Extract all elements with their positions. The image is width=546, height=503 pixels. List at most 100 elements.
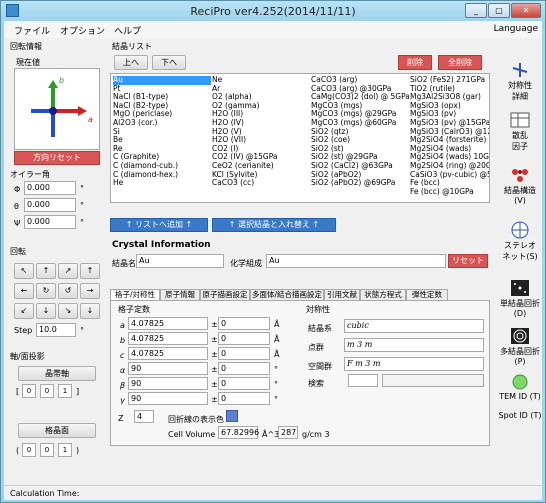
crystal-list-item[interactable]: Mg2SiO4 (ring) @20G (410, 162, 489, 171)
crystal-list-item[interactable]: SiO2 (CaCl2) @63GPa (311, 162, 409, 171)
rotate-up-left-button[interactable]: ↖ (14, 263, 34, 279)
crystal-list-item[interactable]: CO2 (IV) @15GPa (212, 153, 310, 162)
zone-w-input[interactable]: 1 (58, 384, 72, 398)
spot-id-button[interactable]: Spot ID (T) (498, 411, 542, 420)
crystal-list-item[interactable]: NaCl (B2-type) (113, 102, 211, 111)
move-up-button[interactable]: 上へ (114, 55, 148, 70)
crystal-list-item[interactable]: Pt (113, 85, 211, 94)
plane-k-input[interactable]: 0 (40, 443, 54, 457)
crystal-name-input[interactable]: Au (136, 254, 224, 268)
rotate-right-up-button[interactable]: ↑ (80, 263, 100, 279)
crystal-list-item[interactable]: Fe (bcc) (410, 179, 489, 188)
euler-psi-input[interactable]: 0.000 (24, 215, 76, 229)
euler-theta-input[interactable]: 0.000 (24, 198, 76, 212)
lattice-c-error[interactable]: 0 (218, 347, 270, 360)
plane-h-input[interactable]: 0 (22, 443, 36, 457)
rotate-ccw-button[interactable]: ↻ (36, 283, 56, 299)
crystal-list-item[interactable]: Fe (bcc) @10GPa (410, 188, 489, 197)
replace-button[interactable]: ↑ 選択結晶と入れ替え ↑ (212, 218, 336, 232)
zone-axis-button[interactable]: 晶帯軸 (18, 366, 96, 381)
crystal-list-item[interactable]: CO2 (I) (212, 145, 310, 154)
crystal-list-item[interactable]: MgSiO3 (pv) (410, 110, 489, 119)
lattice-a-error[interactable]: 0 (218, 317, 270, 330)
tem-id-button[interactable]: TEM ID (T) (498, 373, 542, 401)
crystal-list-item[interactable]: Mg3Al2Si3O8 (gar) (410, 93, 489, 102)
crystal-list-item[interactable]: Mg2SiO4 (wads) (410, 145, 489, 154)
single-crystal-diffraction-button[interactable]: 単結晶回折 (D) (498, 279, 542, 318)
minimize-button[interactable]: _ (465, 3, 487, 18)
symmetry-detail-button[interactable]: 対称性 詳細 (498, 61, 542, 102)
crystal-list-item[interactable]: SiO2 (coe) (311, 136, 409, 145)
crystal-list-column-3[interactable]: CaCO3 (arg) CaCO3 (arg) @30GPa CaMg(CO3)2 … (311, 76, 409, 188)
crystal-list-column-4[interactable]: SiO2 (FeS2) 271GPa TiO2 (rutile) Mg3Al2Si3… (410, 76, 489, 197)
crystal-list-item[interactable]: SiO2 (FeS2) 271GPa (410, 76, 489, 85)
rotate-up-button[interactable]: ↑ (36, 263, 56, 279)
crystal-list[interactable]: Au Pt NaCl (B1-type) NaCl (B2-type) MgO (per… (110, 73, 490, 203)
crystal-list-item[interactable]: C (diamond-hex.) (113, 171, 211, 180)
search-input[interactable] (348, 374, 378, 387)
crystal-list-item[interactable]: Au (113, 76, 211, 85)
crystal-list-column-1[interactable]: Au Pt NaCl (B1-type) NaCl (B2-type) MgO (per… (113, 76, 211, 188)
lattice-a-input[interactable]: 4.07825 (128, 317, 208, 330)
close-button[interactable]: ✕ (511, 3, 541, 18)
crystal-list-item[interactable]: Mg2SiO4 (wads) 10GP (410, 153, 489, 162)
composition-input[interactable]: Au (266, 254, 446, 268)
scattering-factor-button[interactable]: 散乱 因子 (498, 111, 542, 152)
z-input[interactable]: 4 (134, 410, 154, 423)
rotate-down-button[interactable]: ↓ (36, 303, 56, 319)
crystal-list-item[interactable]: SiO2 (st) (311, 145, 409, 154)
plane-button[interactable]: 格晶面 (18, 423, 96, 438)
crystal-list-item[interactable]: CaCO3 (arg) @30GPa (311, 85, 409, 94)
lattice-alpha-error[interactable]: 0 (218, 362, 270, 375)
crystal-list-item[interactable]: NaCl (B1-type) (113, 93, 211, 102)
crystal-list-item[interactable]: Re (113, 145, 211, 154)
crystal-list-item[interactable]: H2O (VII) (212, 136, 310, 145)
crystal-list-item[interactable]: MgO (periclase) (113, 110, 211, 119)
crystal-list-item[interactable]: H2O (IV) (212, 119, 310, 128)
step-input[interactable]: 10.0 (36, 323, 76, 337)
rotate-right-button[interactable]: → (80, 283, 100, 299)
crystal-list-column-2[interactable]: Ne Ar O2 (alpha) O2 (gamma) H2O (III) H2O (IV… (212, 76, 310, 188)
lattice-beta-input[interactable]: 90 (128, 377, 208, 390)
lattice-gamma-error[interactable]: 0 (218, 392, 270, 405)
zone-u-input[interactable]: 0 (22, 384, 36, 398)
crystal-list-item[interactable]: SiO2 (aPbO2) @69GPa (311, 179, 409, 188)
crystal-list-item[interactable]: CaCO3 (cc) (212, 179, 310, 188)
crystal-list-item[interactable]: O2 (alpha) (212, 93, 310, 102)
crystal-list-item[interactable]: Ne (212, 76, 310, 85)
lattice-c-input[interactable]: 4.07825 (128, 347, 208, 360)
add-to-list-button[interactable]: ↑ リストへ追加 ↑ (110, 218, 208, 232)
maximize-button[interactable]: ▢ (488, 3, 510, 18)
menu-options[interactable]: オプション (60, 24, 105, 37)
crystal-list-item[interactable]: SiO2 (aPbO2) (311, 171, 409, 180)
crystal-list-item[interactable]: CeO2 (cerianite) (212, 162, 310, 171)
rotate-down-left-button[interactable]: ↙ (14, 303, 34, 319)
crystal-list-item[interactable]: TiO2 (rutile) (410, 85, 489, 94)
point-group-select[interactable]: m 3 m (344, 338, 484, 352)
menu-help[interactable]: ヘルプ (114, 24, 141, 37)
crystal-list-item[interactable]: H2O (V) (212, 128, 310, 137)
crystal-list-item[interactable]: MgCO3 (mgs) @60GPa (311, 119, 409, 128)
crystal-list-item[interactable]: Si (113, 128, 211, 137)
crystal-list-item[interactable]: O2 (gamma) (212, 102, 310, 111)
crystal-list-item[interactable]: Al2O3 (cor.) (113, 119, 211, 128)
crystal-list-item[interactable]: MgCO3 (mgs) @29GPa (311, 110, 409, 119)
crystal-list-item[interactable]: MgSiO3 (CalrO3) @121 (410, 128, 489, 137)
rotate-cw-button[interactable]: ↺ (58, 283, 78, 299)
crystal-list-item[interactable]: MgCO3 (mgs) (311, 102, 409, 111)
crystal-list-item[interactable]: C (diamond-cub.) (113, 162, 211, 171)
lattice-beta-error[interactable]: 0 (218, 377, 270, 390)
orientation-view[interactable]: b a (14, 68, 100, 150)
search-results-select[interactable] (382, 374, 484, 387)
delete-all-button[interactable]: 全削除 (438, 55, 482, 70)
menu-language[interactable]: Language (494, 24, 538, 34)
crystal-list-item[interactable]: Be (113, 136, 211, 145)
crystal-list-item[interactable]: KCl (Sylvite) (212, 171, 310, 180)
menu-file[interactable]: ファイル (14, 24, 50, 37)
reset-orientation-button[interactable]: 方向リセット (14, 151, 100, 165)
crystal-list-item[interactable]: He (113, 179, 211, 188)
crystal-list-item[interactable]: MgSiO3 (pv) @15GPa (410, 119, 489, 128)
powder-diffraction-button[interactable]: 多結晶回折 (P) (498, 327, 542, 366)
crystal-list-item[interactable]: C (Graphite) (113, 153, 211, 162)
crystal-list-item[interactable]: Mg2SiO4 (forsterite) (410, 136, 489, 145)
